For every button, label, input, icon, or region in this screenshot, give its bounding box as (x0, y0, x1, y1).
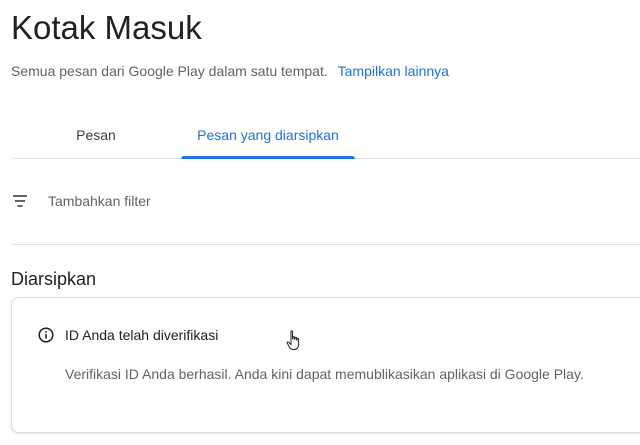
archived-message-card[interactable]: ID Anda telah diverifikasi Verifikasi ID… (11, 297, 640, 433)
page-subtitle: Semua pesan dari Google Play dalam satu … (11, 61, 449, 81)
message-body: Verifikasi ID Anda berhasil. Anda kini d… (65, 366, 584, 382)
filter-icon[interactable] (13, 195, 27, 207)
archived-section-heading: Diarsipkan (11, 269, 97, 289)
show-more-link[interactable]: Tampilkan lainnya (338, 63, 449, 79)
message-title: ID Anda telah diverifikasi (65, 327, 219, 343)
filter-bar: Tambahkan filter (11, 159, 640, 245)
tab-bar: Pesan Pesan yang diarsipkan (11, 112, 640, 159)
tab-messages[interactable]: Pesan (51, 112, 141, 158)
inbox-page: Kotak Masuk Semua pesan dari Google Play… (0, 0, 640, 445)
page-title: Kotak Masuk (11, 9, 202, 46)
tab-archived-messages[interactable]: Pesan yang diarsipkan (181, 112, 355, 159)
info-icon (38, 327, 54, 343)
add-filter-button[interactable]: Tambahkan filter (48, 192, 151, 210)
subtitle-text: Semua pesan dari Google Play dalam satu … (11, 63, 328, 79)
